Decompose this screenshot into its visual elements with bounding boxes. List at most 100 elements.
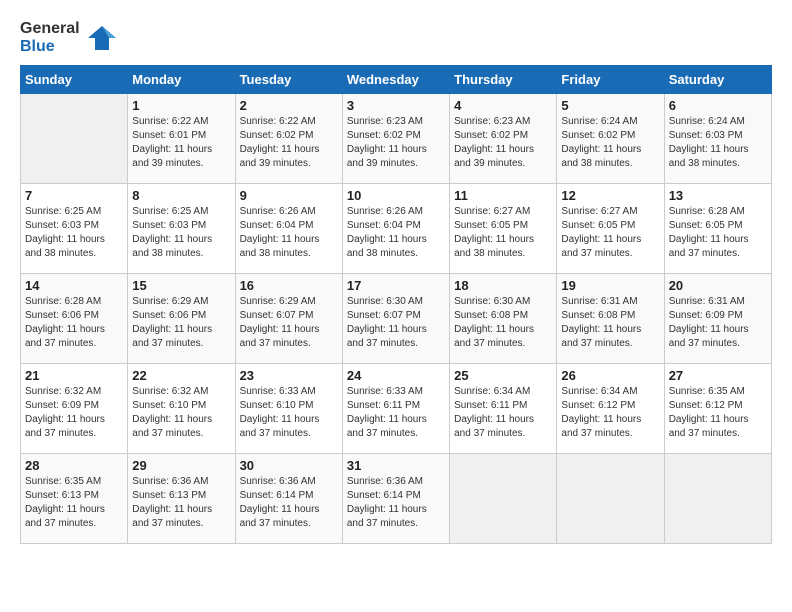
sunrise: Sunrise: 6:32 AM: [132, 385, 230, 399]
day-info: Sunrise: 6:36 AM Sunset: 6:14 PM Dayligh…: [240, 475, 338, 531]
sunrise: Sunrise: 6:28 AM: [669, 205, 767, 219]
week-row-4: 21 Sunrise: 6:32 AM Sunset: 6:09 PM Dayl…: [21, 364, 772, 454]
sunrise: Sunrise: 6:26 AM: [240, 205, 338, 219]
day-info: Sunrise: 6:35 AM Sunset: 6:12 PM Dayligh…: [669, 385, 767, 441]
sunrise: Sunrise: 6:36 AM: [132, 475, 230, 489]
sunset: Sunset: 6:12 PM: [669, 399, 767, 413]
daylight: Daylight: 11 hours and 37 minutes.: [561, 323, 659, 351]
day-info: Sunrise: 6:28 AM Sunset: 6:05 PM Dayligh…: [669, 205, 767, 261]
daylight: Daylight: 11 hours and 37 minutes.: [25, 323, 123, 351]
day-info: Sunrise: 6:24 AM Sunset: 6:03 PM Dayligh…: [669, 115, 767, 171]
sunrise: Sunrise: 6:27 AM: [454, 205, 552, 219]
day-number: 18: [454, 278, 552, 293]
daylight: Daylight: 11 hours and 38 minutes.: [454, 233, 552, 261]
sunrise: Sunrise: 6:30 AM: [347, 295, 445, 309]
day-number: 10: [347, 188, 445, 203]
day-number: 19: [561, 278, 659, 293]
day-info: Sunrise: 6:26 AM Sunset: 6:04 PM Dayligh…: [240, 205, 338, 261]
sunrise: Sunrise: 6:22 AM: [240, 115, 338, 129]
cell-w5-d3: 31 Sunrise: 6:36 AM Sunset: 6:14 PM Dayl…: [342, 454, 449, 544]
daylight: Daylight: 11 hours and 38 minutes.: [132, 233, 230, 261]
sunset: Sunset: 6:13 PM: [25, 489, 123, 503]
sunset: Sunset: 6:02 PM: [454, 129, 552, 143]
cell-w4-d0: 21 Sunrise: 6:32 AM Sunset: 6:09 PM Dayl…: [21, 364, 128, 454]
sunset: Sunset: 6:08 PM: [561, 309, 659, 323]
header: General Blue: [20, 20, 772, 55]
sunset: Sunset: 6:02 PM: [561, 129, 659, 143]
cell-w2-d2: 9 Sunrise: 6:26 AM Sunset: 6:04 PM Dayli…: [235, 184, 342, 274]
sunset: Sunset: 6:10 PM: [132, 399, 230, 413]
header-sunday: Sunday: [21, 66, 128, 94]
cell-w3-d0: 14 Sunrise: 6:28 AM Sunset: 6:06 PM Dayl…: [21, 274, 128, 364]
day-number: 14: [25, 278, 123, 293]
sunset: Sunset: 6:12 PM: [561, 399, 659, 413]
day-number: 8: [132, 188, 230, 203]
sunset: Sunset: 6:09 PM: [25, 399, 123, 413]
day-number: 6: [669, 98, 767, 113]
sunrise: Sunrise: 6:31 AM: [561, 295, 659, 309]
sunrise: Sunrise: 6:22 AM: [132, 115, 230, 129]
day-info: Sunrise: 6:34 AM Sunset: 6:12 PM Dayligh…: [561, 385, 659, 441]
day-number: 5: [561, 98, 659, 113]
sunrise: Sunrise: 6:35 AM: [669, 385, 767, 399]
cell-w3-d2: 16 Sunrise: 6:29 AM Sunset: 6:07 PM Dayl…: [235, 274, 342, 364]
days-header-row: SundayMondayTuesdayWednesdayThursdayFrid…: [21, 66, 772, 94]
daylight: Daylight: 11 hours and 37 minutes.: [240, 503, 338, 531]
day-info: Sunrise: 6:23 AM Sunset: 6:02 PM Dayligh…: [454, 115, 552, 171]
logo-blue: Blue: [20, 38, 80, 56]
day-number: 22: [132, 368, 230, 383]
day-number: 2: [240, 98, 338, 113]
cell-w2-d5: 12 Sunrise: 6:27 AM Sunset: 6:05 PM Dayl…: [557, 184, 664, 274]
sunset: Sunset: 6:03 PM: [132, 219, 230, 233]
sunrise: Sunrise: 6:25 AM: [25, 205, 123, 219]
day-number: 15: [132, 278, 230, 293]
sunrise: Sunrise: 6:31 AM: [669, 295, 767, 309]
sunrise: Sunrise: 6:34 AM: [454, 385, 552, 399]
daylight: Daylight: 11 hours and 39 minutes.: [240, 143, 338, 171]
cell-w5-d0: 28 Sunrise: 6:35 AM Sunset: 6:13 PM Dayl…: [21, 454, 128, 544]
header-wednesday: Wednesday: [342, 66, 449, 94]
cell-w1-d1: 1 Sunrise: 6:22 AM Sunset: 6:01 PM Dayli…: [128, 94, 235, 184]
cell-w4-d6: 27 Sunrise: 6:35 AM Sunset: 6:12 PM Dayl…: [664, 364, 771, 454]
day-number: 29: [132, 458, 230, 473]
cell-w2-d6: 13 Sunrise: 6:28 AM Sunset: 6:05 PM Dayl…: [664, 184, 771, 274]
cell-w4-d5: 26 Sunrise: 6:34 AM Sunset: 6:12 PM Dayl…: [557, 364, 664, 454]
daylight: Daylight: 11 hours and 37 minutes.: [347, 413, 445, 441]
day-info: Sunrise: 6:27 AM Sunset: 6:05 PM Dayligh…: [454, 205, 552, 261]
day-number: 27: [669, 368, 767, 383]
sunrise: Sunrise: 6:35 AM: [25, 475, 123, 489]
cell-w3-d5: 19 Sunrise: 6:31 AM Sunset: 6:08 PM Dayl…: [557, 274, 664, 364]
day-info: Sunrise: 6:36 AM Sunset: 6:14 PM Dayligh…: [347, 475, 445, 531]
day-info: Sunrise: 6:23 AM Sunset: 6:02 PM Dayligh…: [347, 115, 445, 171]
day-info: Sunrise: 6:32 AM Sunset: 6:10 PM Dayligh…: [132, 385, 230, 441]
header-tuesday: Tuesday: [235, 66, 342, 94]
cell-w1-d0: [21, 94, 128, 184]
cell-w4-d1: 22 Sunrise: 6:32 AM Sunset: 6:10 PM Dayl…: [128, 364, 235, 454]
sunrise: Sunrise: 6:33 AM: [347, 385, 445, 399]
cell-w4-d3: 24 Sunrise: 6:33 AM Sunset: 6:11 PM Dayl…: [342, 364, 449, 454]
sunset: Sunset: 6:05 PM: [454, 219, 552, 233]
day-info: Sunrise: 6:22 AM Sunset: 6:01 PM Dayligh…: [132, 115, 230, 171]
day-info: Sunrise: 6:31 AM Sunset: 6:08 PM Dayligh…: [561, 295, 659, 351]
sunset: Sunset: 6:09 PM: [669, 309, 767, 323]
sunset: Sunset: 6:02 PM: [240, 129, 338, 143]
cell-w5-d1: 29 Sunrise: 6:36 AM Sunset: 6:13 PM Dayl…: [128, 454, 235, 544]
cell-w3-d6: 20 Sunrise: 6:31 AM Sunset: 6:09 PM Dayl…: [664, 274, 771, 364]
daylight: Daylight: 11 hours and 37 minutes.: [561, 413, 659, 441]
cell-w1-d4: 4 Sunrise: 6:23 AM Sunset: 6:02 PM Dayli…: [450, 94, 557, 184]
sunset: Sunset: 6:05 PM: [669, 219, 767, 233]
day-info: Sunrise: 6:27 AM Sunset: 6:05 PM Dayligh…: [561, 205, 659, 261]
cell-w2-d3: 10 Sunrise: 6:26 AM Sunset: 6:04 PM Dayl…: [342, 184, 449, 274]
sunset: Sunset: 6:03 PM: [25, 219, 123, 233]
sunrise: Sunrise: 6:23 AM: [454, 115, 552, 129]
day-info: Sunrise: 6:25 AM Sunset: 6:03 PM Dayligh…: [132, 205, 230, 261]
sunrise: Sunrise: 6:30 AM: [454, 295, 552, 309]
sunrise: Sunrise: 6:27 AM: [561, 205, 659, 219]
header-monday: Monday: [128, 66, 235, 94]
day-number: 24: [347, 368, 445, 383]
sunrise: Sunrise: 6:29 AM: [132, 295, 230, 309]
sunset: Sunset: 6:07 PM: [347, 309, 445, 323]
day-info: Sunrise: 6:24 AM Sunset: 6:02 PM Dayligh…: [561, 115, 659, 171]
sunrise: Sunrise: 6:29 AM: [240, 295, 338, 309]
week-row-3: 14 Sunrise: 6:28 AM Sunset: 6:06 PM Dayl…: [21, 274, 772, 364]
